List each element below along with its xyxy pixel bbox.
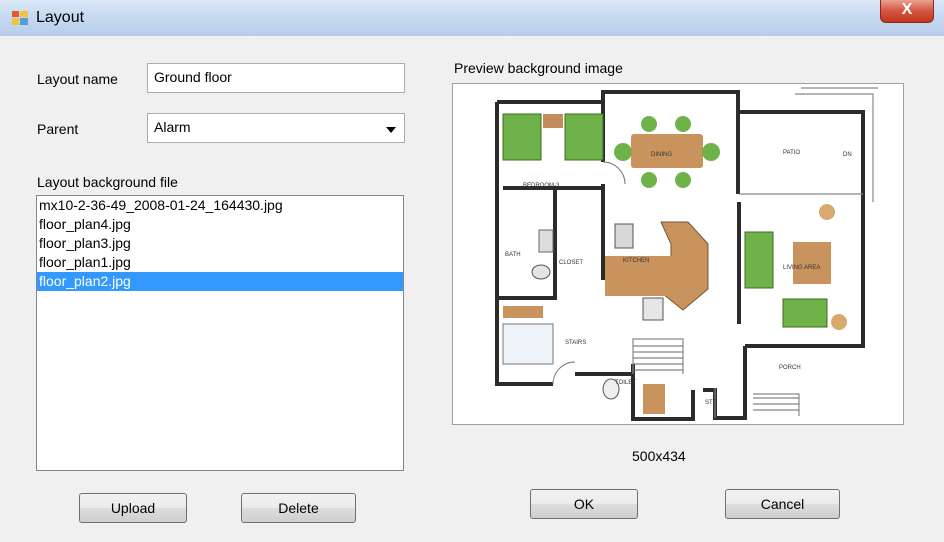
upload-button[interactable]: Upload (79, 493, 187, 523)
floor-plan-label-stg: STG (705, 400, 718, 406)
floor-plan-label-kitchen: KITCHEN (623, 258, 649, 264)
background-file-label: Layout background file (37, 174, 178, 190)
preview-dimensions: 500x434 (632, 448, 686, 464)
close-button[interactable]: X (880, 0, 934, 23)
floor-plan-label-toilet: TOILET (615, 380, 636, 386)
chevron-down-icon[interactable] (386, 127, 396, 133)
parent-label: Parent (37, 121, 79, 137)
floor-plan-label-bedroom: BEDROOM-3 (523, 183, 560, 189)
layout-name-input[interactable]: Ground floor (147, 63, 405, 93)
ok-button[interactable]: OK (530, 489, 638, 519)
list-item[interactable]: floor_plan1.jpg (37, 253, 403, 272)
floor-plan-label-porch: PORCH (779, 365, 801, 371)
floor-plan-label-dining: DINING (651, 152, 672, 158)
app-window-icon (12, 11, 28, 25)
cancel-button[interactable]: Cancel (725, 489, 840, 519)
floor-plan-label-stairs: STAIRS (565, 340, 586, 346)
preview-image-box: BEDROOM-3 DINING PATIO BATH CLOSET KITCH… (452, 83, 904, 425)
list-item[interactable]: floor_plan4.jpg (37, 215, 403, 234)
list-item[interactable]: floor_plan3.jpg (37, 234, 403, 253)
parent-select[interactable]: Alarm (147, 113, 405, 143)
preview-label: Preview background image (454, 60, 623, 76)
layout-name-label: Layout name (37, 71, 118, 87)
floor-plan-label-bath: BATH (505, 252, 521, 258)
background-file-list[interactable]: mx10-2-36-49_2008-01-24_164430.jpg floor… (36, 195, 404, 471)
floor-plan-label-closet: CLOSET (559, 260, 583, 266)
delete-button[interactable]: Delete (241, 493, 356, 523)
window-title: Layout (36, 9, 85, 26)
title-bar: Layout X (0, 0, 944, 36)
floor-plan-label-living: LIVING AREA (783, 265, 820, 271)
floor-plan-label-patio: PATIO (783, 150, 800, 156)
floor-plan-image: BEDROOM-3 DINING PATIO BATH CLOSET KITCH… (483, 84, 878, 424)
list-item-selected[interactable]: floor_plan2.jpg (37, 272, 403, 291)
close-icon: X (901, 1, 913, 18)
floor-plan-label-dn: DN (843, 152, 852, 158)
list-item[interactable]: mx10-2-36-49_2008-01-24_164430.jpg (37, 196, 403, 215)
parent-select-value: Alarm (154, 119, 191, 135)
